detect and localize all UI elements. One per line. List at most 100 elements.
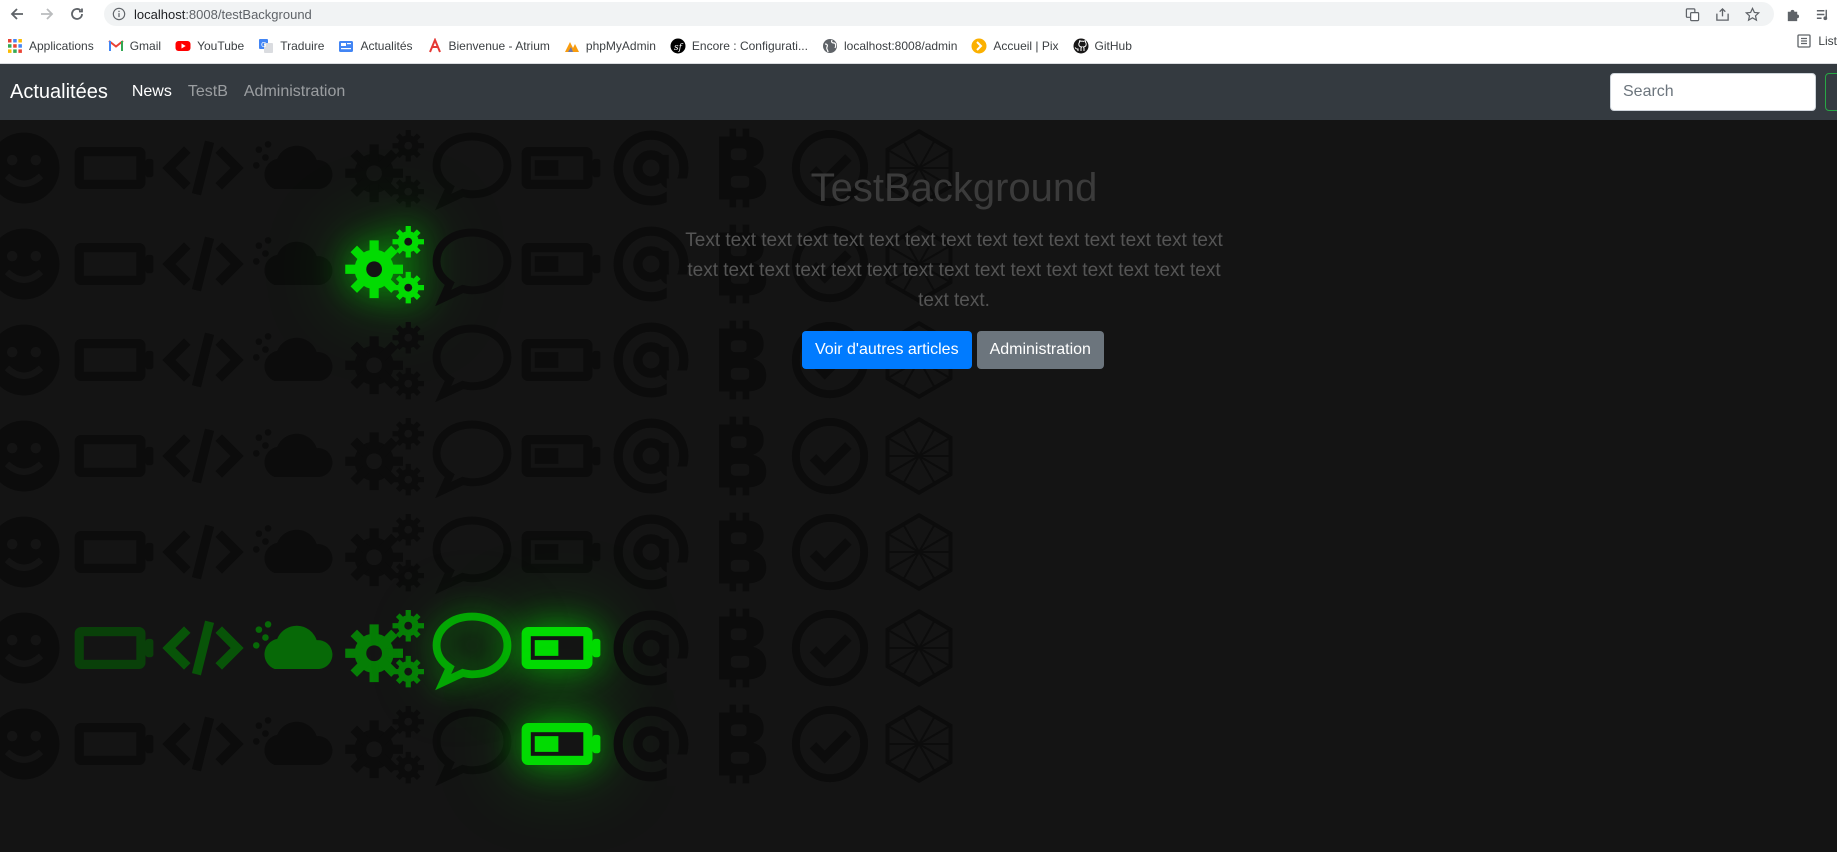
bookmark-applications[interactable]: Applications — [0, 33, 101, 59]
hero-text: Text text text text text text text text … — [685, 230, 1223, 311]
hexagon-icon — [877, 510, 961, 594]
code-icon — [161, 414, 245, 498]
bookmark-atrium[interactable]: Bienvenue - Atrium — [420, 33, 557, 59]
battery-icon — [72, 318, 156, 402]
chat-bubble-icon — [430, 222, 514, 307]
media-button[interactable] — [1807, 2, 1837, 26]
bookmark-github[interactable]: GitHub — [1066, 33, 1139, 59]
translate-page-button[interactable] — [1677, 2, 1707, 26]
github-icon — [1073, 38, 1089, 53]
bookmark-star-button[interactable] — [1737, 2, 1767, 26]
bitcoin-icon — [698, 606, 782, 690]
nav-link-administration[interactable]: Administration — [244, 83, 345, 101]
chat-bubble-icon — [430, 702, 514, 787]
more-articles-button[interactable]: Voir d'autres articles — [802, 331, 972, 369]
gears-icon — [340, 414, 424, 498]
forward-arrow-icon — [41, 8, 54, 20]
smiley-icon — [0, 702, 66, 786]
svg-text:G: G — [261, 41, 266, 49]
smiley-icon — [0, 414, 66, 498]
pix-icon — [971, 38, 987, 53]
site-info-icon[interactable] — [112, 7, 126, 21]
reading-list-icon — [1797, 34, 1811, 48]
bookmark-localhost-admin[interactable]: localhost:8008/admin — [815, 33, 964, 59]
battery-half-icon — [519, 414, 603, 498]
battery-icon — [72, 222, 156, 306]
forward-button[interactable] — [34, 1, 60, 27]
nav-link-testb[interactable]: TestB — [188, 83, 228, 101]
battery-half-icon — [519, 222, 603, 306]
hero-buttons: Voir d'autres articles Administration — [802, 331, 1104, 369]
smiley-icon — [0, 606, 66, 690]
bookmarks-bar: Applications Gmail YouTube G Traduire Act… — [0, 28, 1837, 64]
share-button[interactable] — [1707, 2, 1737, 26]
phpmyadmin-icon — [564, 41, 579, 52]
at-sign-icon — [609, 414, 693, 498]
reading-list-button[interactable]: List — [1796, 33, 1837, 49]
address-bar[interactable]: localhost:8008/testBackground — [104, 2, 1774, 26]
cloud-icon — [251, 318, 335, 402]
chat-bubble-icon — [430, 318, 514, 403]
puzzle-icon — [1787, 9, 1799, 21]
reload-button[interactable] — [64, 1, 90, 27]
apps-grid-icon — [8, 38, 22, 53]
battery-icon — [72, 702, 156, 786]
smiley-icon — [0, 510, 66, 594]
navbar: Actualitées News TestB Administration — [0, 64, 1837, 120]
battery-icon — [72, 126, 156, 210]
hexagon-icon — [877, 606, 961, 690]
search-submit-button[interactable] — [1825, 73, 1837, 111]
cloud-icon — [251, 510, 335, 594]
cloud-icon — [251, 222, 335, 306]
gears-icon — [340, 222, 424, 306]
battery-icon — [72, 414, 156, 498]
gears-icon — [340, 318, 424, 402]
bitcoin-icon — [698, 510, 782, 594]
bookmark-actualites[interactable]: Actualités — [331, 33, 419, 59]
news-icon — [339, 40, 354, 52]
gmail-icon — [108, 39, 124, 51]
cloud-icon — [251, 702, 335, 786]
administration-button[interactable]: Administration — [976, 331, 1104, 369]
nav-link-news[interactable]: News — [132, 83, 172, 101]
battery-half-icon — [519, 702, 603, 786]
hero-title: TestBackground — [810, 166, 1098, 210]
battery-icon — [72, 606, 156, 690]
hexagon-icon — [877, 414, 961, 498]
back-arrow-icon — [10, 8, 23, 20]
battery-half-icon — [519, 510, 603, 594]
code-icon — [161, 318, 245, 402]
star-icon — [1744, 6, 1760, 21]
gears-icon — [340, 702, 424, 786]
gears-icon — [340, 606, 424, 690]
chat-bubble-icon — [430, 606, 514, 691]
bookmark-pix[interactable]: Accueil | Pix — [964, 33, 1065, 59]
battery-half-icon — [519, 606, 603, 690]
code-icon — [161, 606, 245, 690]
jumbotron: TestBackground Text text text text text … — [680, 160, 1228, 316]
bitcoin-icon — [698, 414, 782, 498]
extensions-button[interactable] — [1777, 2, 1807, 26]
code-icon — [161, 126, 245, 210]
check-circle-icon — [788, 702, 872, 786]
bookmark-encore[interactable]: sf Encore : Configurati... — [663, 33, 815, 59]
bookmark-phpmyadmin[interactable]: phpMyAdmin — [557, 33, 663, 59]
search-input[interactable] — [1610, 73, 1816, 111]
hexagon-icon — [877, 702, 961, 786]
back-button[interactable] — [4, 1, 30, 27]
check-circle-icon — [788, 606, 872, 690]
chat-bubble-icon — [430, 126, 514, 211]
chat-bubble-icon — [430, 510, 514, 595]
battery-icon — [72, 510, 156, 594]
bitcoin-icon — [698, 702, 782, 786]
bookmark-traduire[interactable]: G Traduire — [251, 33, 331, 59]
cloud-icon — [251, 414, 335, 498]
check-circle-icon — [788, 510, 872, 594]
at-sign-icon — [609, 318, 693, 402]
bookmark-gmail[interactable]: Gmail — [101, 33, 168, 59]
bookmark-youtube[interactable]: YouTube — [168, 33, 251, 59]
translate-icon — [1685, 7, 1699, 21]
smiley-icon — [0, 222, 66, 306]
navbar-brand[interactable]: Actualitées — [10, 81, 108, 104]
youtube-icon — [175, 40, 191, 51]
